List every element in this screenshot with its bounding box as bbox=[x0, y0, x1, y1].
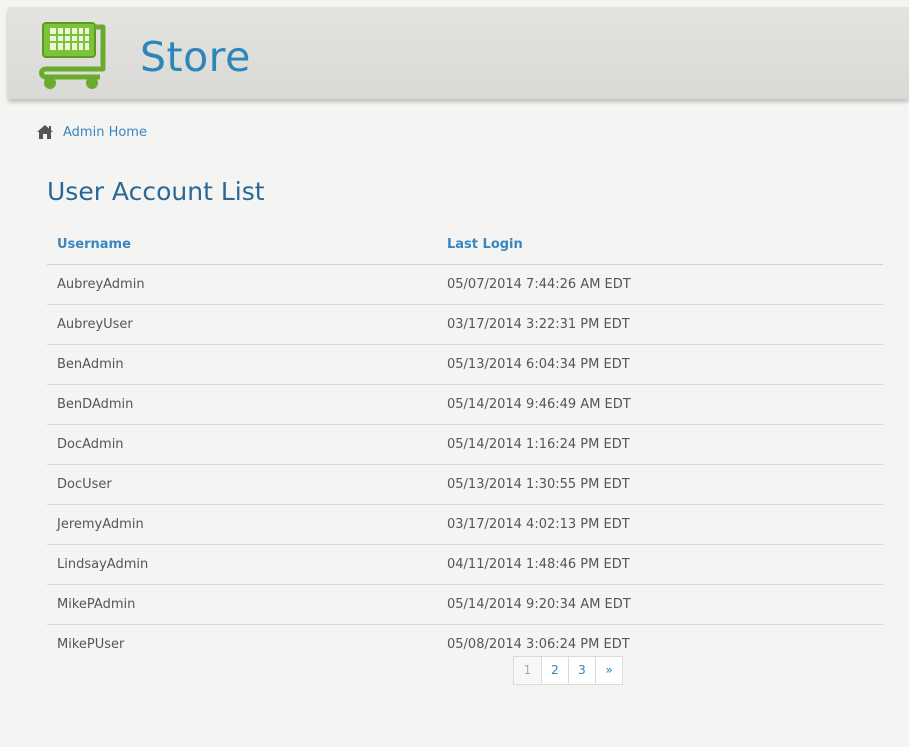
last-login-cell: 05/14/2014 9:20:34 AM EDT bbox=[437, 584, 883, 625]
last-login-cell: 04/11/2014 1:48:46 PM EDT bbox=[437, 544, 883, 585]
username-cell: DocAdmin bbox=[47, 424, 437, 465]
table-row[interactable]: JeremyAdmin 03/17/2014 4:02:13 PM EDT bbox=[47, 504, 883, 545]
page-2-button[interactable]: 2 bbox=[541, 657, 568, 684]
admin-home-link[interactable]: Admin Home bbox=[63, 125, 147, 140]
last-login-cell: 05/14/2014 1:16:24 PM EDT bbox=[437, 424, 883, 465]
table-row[interactable]: DocUser 05/13/2014 1:30:55 PM EDT bbox=[47, 464, 883, 505]
username-cell: JeremyAdmin bbox=[47, 504, 437, 545]
table-row[interactable]: MikePAdmin 05/14/2014 9:20:34 AM EDT bbox=[47, 584, 883, 625]
table-row[interactable]: MikePUser 05/08/2014 3:06:24 PM EDT bbox=[47, 625, 883, 665]
username-cell: DocUser bbox=[47, 464, 437, 505]
last-login-cell: 05/07/2014 7:44:26 AM EDT bbox=[437, 264, 883, 305]
next-page-button[interactable]: » bbox=[595, 657, 622, 684]
table-row[interactable]: AubreyAdmin 05/07/2014 7:44:26 AM EDT bbox=[47, 264, 883, 305]
username-cell: AubreyAdmin bbox=[47, 264, 437, 305]
username-cell: LindsayAdmin bbox=[47, 544, 437, 585]
table-row[interactable]: BenAdmin 05/13/2014 6:04:34 PM EDT bbox=[47, 344, 883, 385]
last-login-cell: 03/17/2014 4:02:13 PM EDT bbox=[437, 504, 883, 545]
username-cell: MikePUser bbox=[57, 637, 125, 652]
last-login-cell: 05/13/2014 1:30:55 PM EDT bbox=[437, 464, 883, 505]
last-login-cell: 03/17/2014 3:22:31 PM EDT bbox=[437, 304, 883, 345]
username-cell: MikePAdmin bbox=[47, 584, 437, 625]
table-row[interactable]: LindsayAdmin 04/11/2014 1:48:46 PM EDT bbox=[47, 544, 883, 585]
home-icon bbox=[37, 125, 53, 139]
brand-title[interactable]: Store bbox=[140, 37, 251, 78]
last-login-cell: 05/14/2014 9:46:49 AM EDT bbox=[437, 384, 883, 425]
site-header: Store bbox=[8, 7, 909, 99]
breadcrumb: Admin Home bbox=[36, 122, 147, 142]
table-row[interactable]: BenDAdmin 05/14/2014 9:46:49 AM EDT bbox=[47, 384, 883, 425]
username-cell: AubreyUser bbox=[47, 304, 437, 345]
username-cell: BenDAdmin bbox=[47, 384, 437, 425]
page-3-button[interactable]: 3 bbox=[568, 657, 595, 684]
column-header-last-login[interactable]: Last Login bbox=[437, 224, 883, 265]
user-account-table: Username Last Login AubreyAdmin 05/07/20… bbox=[47, 224, 883, 664]
last-login-cell: 05/08/2014 3:06:24 PM EDT bbox=[447, 637, 630, 652]
pagination: 1 2 3 » bbox=[513, 656, 623, 685]
page-title: User Account List bbox=[47, 177, 265, 206]
last-login-cell: 05/13/2014 6:04:34 PM EDT bbox=[437, 344, 883, 385]
table-row[interactable]: AubreyUser 03/17/2014 3:22:31 PM EDT bbox=[47, 304, 883, 345]
page-1-button: 1 bbox=[514, 657, 541, 684]
table-header-row: Username Last Login bbox=[47, 224, 883, 265]
column-header-username[interactable]: Username bbox=[47, 224, 437, 265]
table-row[interactable]: DocAdmin 05/14/2014 1:16:24 PM EDT bbox=[47, 424, 883, 465]
username-cell: BenAdmin bbox=[47, 344, 437, 385]
shopping-cart-icon[interactable] bbox=[34, 17, 110, 93]
